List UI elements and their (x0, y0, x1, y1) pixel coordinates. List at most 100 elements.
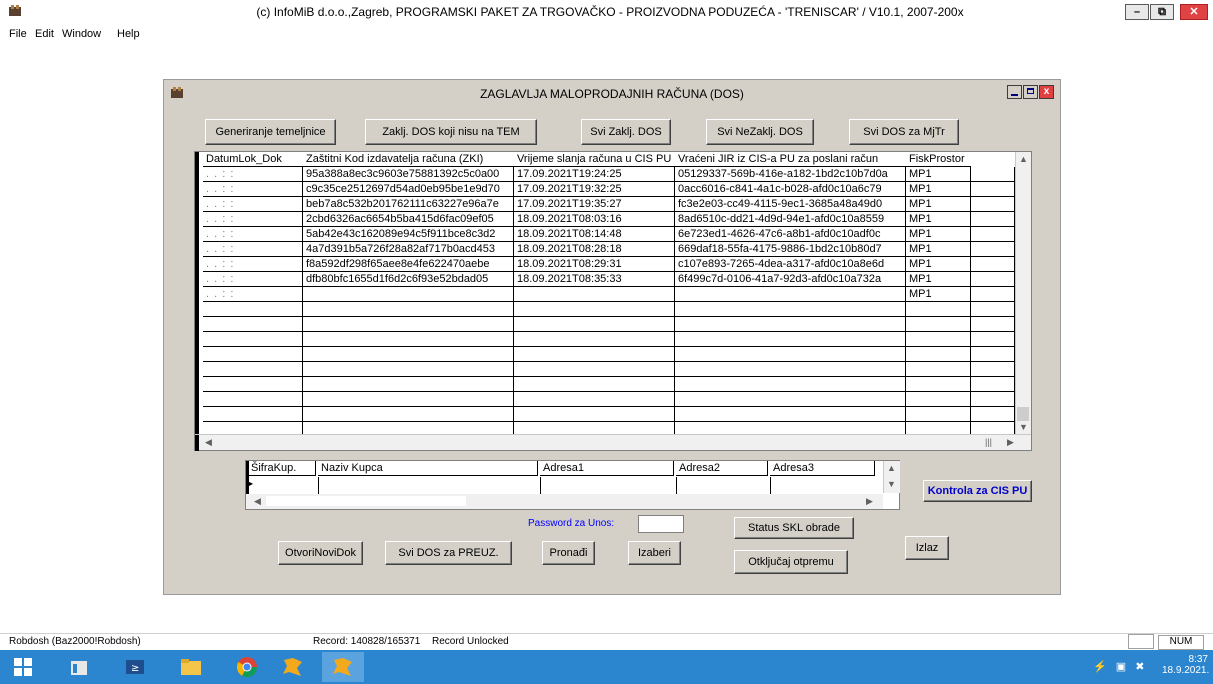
powershell-icon[interactable]: ≥ (114, 652, 156, 682)
table-cell[interactable] (203, 317, 303, 332)
table-cell[interactable]: . . : : (203, 212, 303, 227)
table-cell[interactable] (971, 287, 1015, 302)
table-cell[interactable]: 17.09.2021T19:32:25 (514, 182, 675, 197)
app-icon[interactable] (272, 652, 314, 682)
table-cell[interactable] (514, 362, 675, 377)
column-header[interactable]: ŠifraKup. (248, 461, 316, 476)
all-mjtr-button[interactable]: Svi DOS za MjTr (849, 119, 959, 145)
column-header[interactable]: Vrijeme slanja računa u CIS PU (514, 152, 675, 167)
window-close-icon[interactable]: x (1039, 85, 1054, 99)
menu-file[interactable]: File (9, 28, 27, 40)
table-row[interactable]: . . : :4a7d391b5a726f28a82af717b0acd453 1… (195, 242, 1015, 257)
scroll-thumb[interactable] (1017, 407, 1029, 421)
table-cell[interactable]: . . : : (203, 227, 303, 242)
table-cell[interactable] (906, 377, 971, 392)
table-cell[interactable]: 18.09.2021T08:28:18 (514, 242, 675, 257)
generate-ledger-button[interactable]: Generiranje temeljnice (205, 119, 336, 145)
table-cell[interactable]: 669daf18-55fa-4175-9886-1bd2c10b80d7 (675, 242, 906, 257)
table-cell[interactable] (303, 317, 514, 332)
new-document-button[interactable]: OtvoriNoviDok (278, 541, 363, 565)
customer-grid[interactable]: ŠifraKup. Naziv Kupca Adresa1 Adresa2 Ad… (245, 460, 900, 510)
table-cell[interactable]: 6f499c7d-0106-41a7-92d3-afd0c10a732a (675, 272, 906, 287)
column-header[interactable]: Naziv Kupca (318, 461, 538, 476)
table-cell[interactable] (971, 242, 1015, 257)
customer-hscroll[interactable]: ◀ ▶ (246, 494, 883, 509)
scroll-right-icon[interactable]: ▶ (1007, 437, 1014, 448)
table-cell[interactable] (675, 287, 906, 302)
exit-button[interactable]: Izlaz (905, 536, 949, 560)
table-cell[interactable]: 2cbd6326ac6654b5ba415d6fac09ef05 (303, 212, 514, 227)
table-cell[interactable]: 4a7d391b5a726f28a82af717b0acd453 (303, 242, 514, 257)
scroll-thumb[interactable] (266, 496, 466, 506)
table-cell[interactable] (971, 167, 1015, 182)
table-cell[interactable] (203, 362, 303, 377)
table-cell[interactable] (203, 392, 303, 407)
table-cell[interactable] (675, 347, 906, 362)
table-cell[interactable]: 18.09.2021T08:29:31 (514, 257, 675, 272)
table-cell[interactable] (675, 362, 906, 377)
horizontal-scrollbar[interactable]: ◀ ||| ▶ (195, 434, 1031, 451)
table-cell[interactable] (675, 332, 906, 347)
minimize-button[interactable]: – (1125, 4, 1149, 20)
table-cell[interactable] (971, 332, 1015, 347)
clock[interactable]: 8:37 18.9.2021. (1162, 654, 1209, 676)
table-cell[interactable] (203, 407, 303, 422)
table-cell[interactable] (906, 302, 971, 317)
table-row[interactable]: . . : : dfb80bfc1655d1f6d2c6f93e52bdad05 1… (195, 272, 1015, 287)
table-row[interactable] (195, 362, 1015, 377)
column-header[interactable]: Adresa1 (540, 461, 674, 476)
table-cell[interactable]: MP1 (906, 272, 971, 287)
table-cell[interactable]: 6e723ed1-4626-47c6-a8b1-afd0c10adf0c (675, 227, 906, 242)
column-header[interactable]: Zaštitni Kod izdavatelja računa (ZKI) (303, 152, 514, 167)
table-cell[interactable] (303, 407, 514, 422)
file-explorer-icon[interactable] (58, 652, 100, 682)
table-row[interactable] (195, 347, 1015, 362)
table-cell[interactable] (303, 332, 514, 347)
table-cell[interactable] (675, 392, 906, 407)
table-cell[interactable]: dfb80bfc1655d1f6d2c6f93e52bdad05 (303, 272, 514, 287)
table-row[interactable] (195, 317, 1015, 332)
password-input[interactable] (638, 515, 684, 533)
table-cell[interactable]: MP1 (906, 227, 971, 242)
table-cell[interactable] (906, 317, 971, 332)
table-cell[interactable]: 8ad6510c-dd21-4d9d-94e1-afd0c10a8559 (675, 212, 906, 227)
table-cell[interactable] (971, 257, 1015, 272)
table-cell[interactable] (906, 407, 971, 422)
table-cell[interactable] (971, 407, 1015, 422)
app-icon[interactable] (322, 652, 364, 682)
table-cell[interactable]: 17.09.2021T19:35:27 (514, 197, 675, 212)
table-cell[interactable] (906, 362, 971, 377)
table-cell[interactable] (514, 302, 675, 317)
scroll-up-icon[interactable]: ▲ (887, 463, 896, 473)
vertical-scrollbar[interactable]: ▲ ▼ (1015, 152, 1031, 435)
table-cell[interactable] (971, 362, 1015, 377)
table-cell[interactable] (514, 332, 675, 347)
table-cell[interactable] (971, 317, 1015, 332)
choose-button[interactable]: Izaberi (628, 541, 681, 565)
table-cell[interactable]: . . : : (203, 242, 303, 257)
table-cell[interactable]: . . : : (203, 197, 303, 212)
menu-window[interactable]: Window (62, 28, 101, 40)
table-cell[interactable] (303, 347, 514, 362)
table-cell[interactable] (514, 392, 675, 407)
table-cell[interactable]: 95a388a8ec3c9603e75881392c5c0a00 (303, 167, 514, 182)
table-cell[interactable] (303, 362, 514, 377)
table-cell[interactable] (514, 347, 675, 362)
menu-help[interactable]: Help (117, 28, 140, 40)
scroll-left-icon[interactable]: ◀ (205, 437, 212, 448)
table-cell[interactable] (971, 302, 1015, 317)
tray-icons[interactable]: ⚡ ▣ ✖ (1093, 660, 1144, 673)
cis-control-button[interactable]: Kontrola za CIS PU (923, 480, 1032, 502)
table-row[interactable]: . . : :95a388a8ec3c9603e75881392c5c0a00 1… (195, 167, 1015, 182)
table-cell[interactable]: . . : : (203, 167, 303, 182)
windows-start-icon[interactable] (2, 652, 44, 682)
table-row[interactable]: . . : :2cbd6326ac6654b5ba415d6fac09ef05 1… (195, 212, 1015, 227)
table-row[interactable] (195, 332, 1015, 347)
table-cell[interactable] (906, 332, 971, 347)
table-cell[interactable] (303, 392, 514, 407)
table-cell[interactable] (514, 287, 675, 302)
closed-not-tem-button[interactable]: Zaklj. DOS koji nisu na TEM (365, 119, 537, 145)
table-cell[interactable] (514, 407, 675, 422)
column-header[interactable]: Adresa2 (676, 461, 768, 476)
table-cell[interactable]: MP1 (906, 212, 971, 227)
